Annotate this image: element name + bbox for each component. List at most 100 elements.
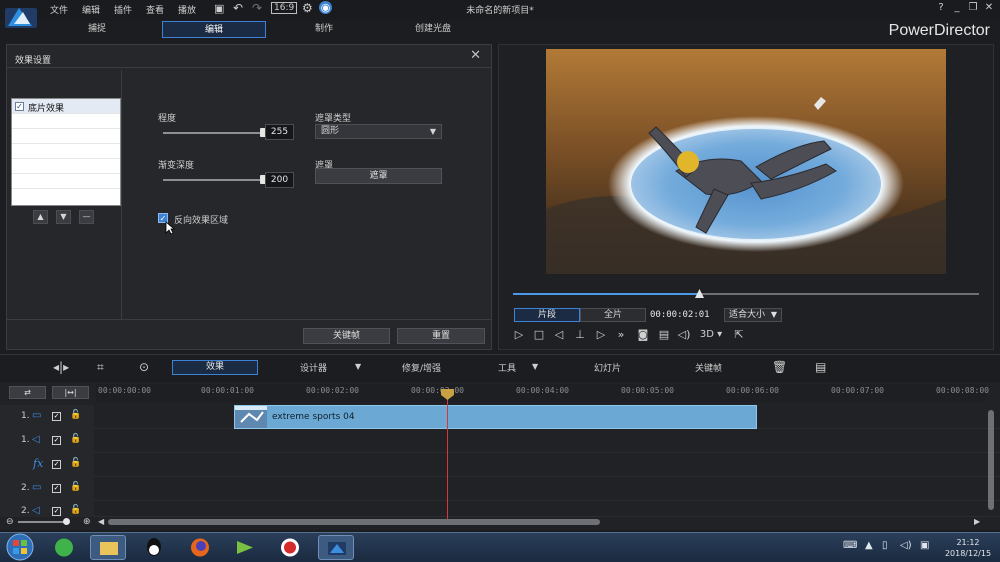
previous-frame-icon[interactable]: ◁ [552, 328, 566, 342]
account-icon[interactable]: ◉ [319, 1, 332, 14]
subtitle-icon[interactable]: ▤ [657, 328, 671, 342]
menu-edit[interactable]: 编辑 [82, 3, 100, 16]
lock-icon[interactable]: 🔓 [70, 434, 81, 444]
fast-forward-icon[interactable]: » [614, 328, 628, 342]
tab-produce[interactable]: 制作 [272, 21, 376, 38]
crop-icon[interactable]: ⌗ [97, 360, 104, 375]
fix-enhance-button[interactable]: 修复/增强 [402, 361, 441, 374]
file-explorer-icon[interactable] [90, 535, 126, 560]
move-down-button[interactable]: ▼ [56, 210, 71, 224]
next-frame-icon[interactable]: ▷ [594, 328, 608, 342]
remove-effect-button[interactable]: — [79, 210, 94, 224]
volume-icon[interactable]: ◁) [677, 328, 691, 342]
powerdirector-taskbar-icon[interactable] [318, 535, 354, 560]
zoom-in-icon[interactable]: ⊕ [83, 517, 91, 527]
degree-slider[interactable] [163, 132, 263, 134]
stop-icon[interactable]: □ [532, 328, 546, 342]
lock-icon[interactable]: 🔓 [70, 410, 81, 420]
mask-type-select[interactable]: 圆形 ▼ [315, 124, 442, 139]
taskbar-app-icon[interactable] [46, 535, 82, 560]
empty-list-row [12, 174, 120, 189]
track-enable-checkbox[interactable]: ✓ [52, 412, 61, 421]
keyboard-icon[interactable]: ⌨ [843, 540, 857, 551]
track-manager-button[interactable]: ⇄ [9, 386, 46, 399]
slideshow-button[interactable]: 幻灯片 [594, 361, 621, 374]
minimize-button[interactable]: _ [950, 2, 964, 13]
more-icon[interactable]: ▤ [815, 360, 826, 374]
scrub-thumb[interactable] [695, 289, 705, 298]
playhead-handle[interactable] [441, 389, 454, 400]
scroll-left-icon[interactable]: ◀ [98, 517, 104, 526]
recorder-icon[interactable] [272, 535, 308, 560]
menu-file[interactable]: 文件 [50, 3, 68, 16]
tray-expand-icon[interactable]: ▲ [865, 540, 873, 551]
full-mode-tab[interactable]: 全片 [580, 308, 646, 322]
degree-value[interactable]: 255 [265, 124, 294, 140]
trash-icon[interactable]: 🗑 [772, 360, 787, 374]
play-icon[interactable]: ▷ [512, 328, 526, 342]
undock-icon[interactable]: ⇱ [732, 328, 746, 342]
effect-button[interactable]: 效果 [172, 360, 258, 375]
help-button[interactable]: ? [934, 2, 948, 13]
lock-icon[interactable]: 🔓 [70, 458, 81, 468]
restore-button[interactable]: ❐ [966, 2, 980, 13]
split-marker-icon[interactable]: ⊥ [573, 328, 587, 342]
mask-button[interactable]: 遮罩 [315, 168, 442, 184]
lock-icon[interactable]: 🔓 [70, 505, 81, 515]
gradient-depth-value[interactable]: 200 [265, 172, 294, 188]
menu-plugins[interactable]: 插件 [114, 3, 132, 16]
track-enable-checkbox[interactable]: ✓ [52, 484, 61, 493]
lock-icon[interactable]: 🔓 [70, 482, 81, 492]
effect-list-item[interactable]: ✓ 底片效果 [12, 99, 120, 114]
tab-capture[interactable]: 捕捉 [45, 21, 149, 38]
split-icon[interactable]: ◂|▸ [53, 360, 69, 374]
timecode-display[interactable]: 00:00:02:01 [650, 308, 720, 322]
menu-play[interactable]: 播放 [178, 3, 196, 16]
clip-mode-tab[interactable]: 片段 [514, 308, 580, 322]
options-icon[interactable]: ⊙ [139, 360, 149, 374]
chevron-down-icon[interactable]: ▼ [355, 362, 361, 371]
reset-button[interactable]: 重置 [397, 328, 485, 344]
speaker-icon[interactable]: ◁) [900, 540, 912, 551]
menu-view[interactable]: 查看 [146, 3, 164, 16]
track-enable-checkbox[interactable]: ✓ [52, 460, 61, 469]
undo-icon[interactable]: ↶ [233, 1, 243, 15]
track-enable-checkbox[interactable]: ✓ [52, 507, 61, 516]
aspect-ratio-icon[interactable]: 16:9 [271, 2, 298, 14]
start-button-icon[interactable] [4, 533, 36, 561]
clip-name: extreme sports 04 [272, 412, 355, 422]
firefox-icon[interactable] [182, 535, 218, 560]
tab-create-disc[interactable]: 创建光盘 [381, 21, 485, 38]
close-window-button[interactable]: ✕ [982, 2, 996, 13]
zoom-slider[interactable] [18, 521, 68, 523]
keyframe-toolbar-button[interactable]: 关键帧 [695, 361, 722, 374]
qq-icon[interactable] [136, 535, 172, 560]
tools-button[interactable]: 工具 [498, 361, 516, 374]
media-app-icon[interactable] [227, 535, 263, 560]
keyframe-button[interactable]: 关键帧 [303, 328, 390, 344]
vertical-scrollbar[interactable] [988, 410, 994, 510]
save-icon[interactable]: ▣ [214, 2, 224, 15]
chevron-down-icon[interactable]: ▼ [532, 362, 538, 371]
device-icon[interactable]: ▯ [882, 540, 888, 551]
horizontal-scrollbar[interactable] [108, 519, 600, 525]
zoom-out-icon[interactable]: ⊖ [6, 517, 14, 527]
tab-edit[interactable]: 编辑 [162, 21, 266, 38]
close-icon[interactable]: ✕ [470, 48, 481, 63]
zoom-slider-thumb[interactable] [63, 518, 70, 525]
track-header: 2. ◁ ✓ 🔓 [0, 501, 94, 517]
snapshot-icon[interactable]: ◙ [636, 328, 650, 342]
fit-timeline-button[interactable]: |↔| [52, 386, 89, 399]
network-icon[interactable]: ▣ [920, 540, 929, 551]
gradient-depth-slider[interactable] [163, 179, 263, 181]
redo-icon[interactable]: ↷ [252, 1, 262, 15]
scroll-right-icon[interactable]: ▶ [974, 517, 980, 526]
3d-toggle[interactable]: 3D ▾ [698, 328, 724, 342]
designer-button[interactable]: 设计器 [300, 361, 327, 374]
effect-checkbox[interactable]: ✓ [15, 102, 24, 111]
move-up-button[interactable]: ▲ [33, 210, 48, 224]
zoom-fit-select[interactable]: 适合大小 ▼ [724, 308, 782, 322]
gear-icon[interactable]: ⚙ [302, 1, 313, 15]
system-clock[interactable]: 21:12 2018/12/15 [940, 537, 996, 559]
track-enable-checkbox[interactable]: ✓ [52, 436, 61, 445]
